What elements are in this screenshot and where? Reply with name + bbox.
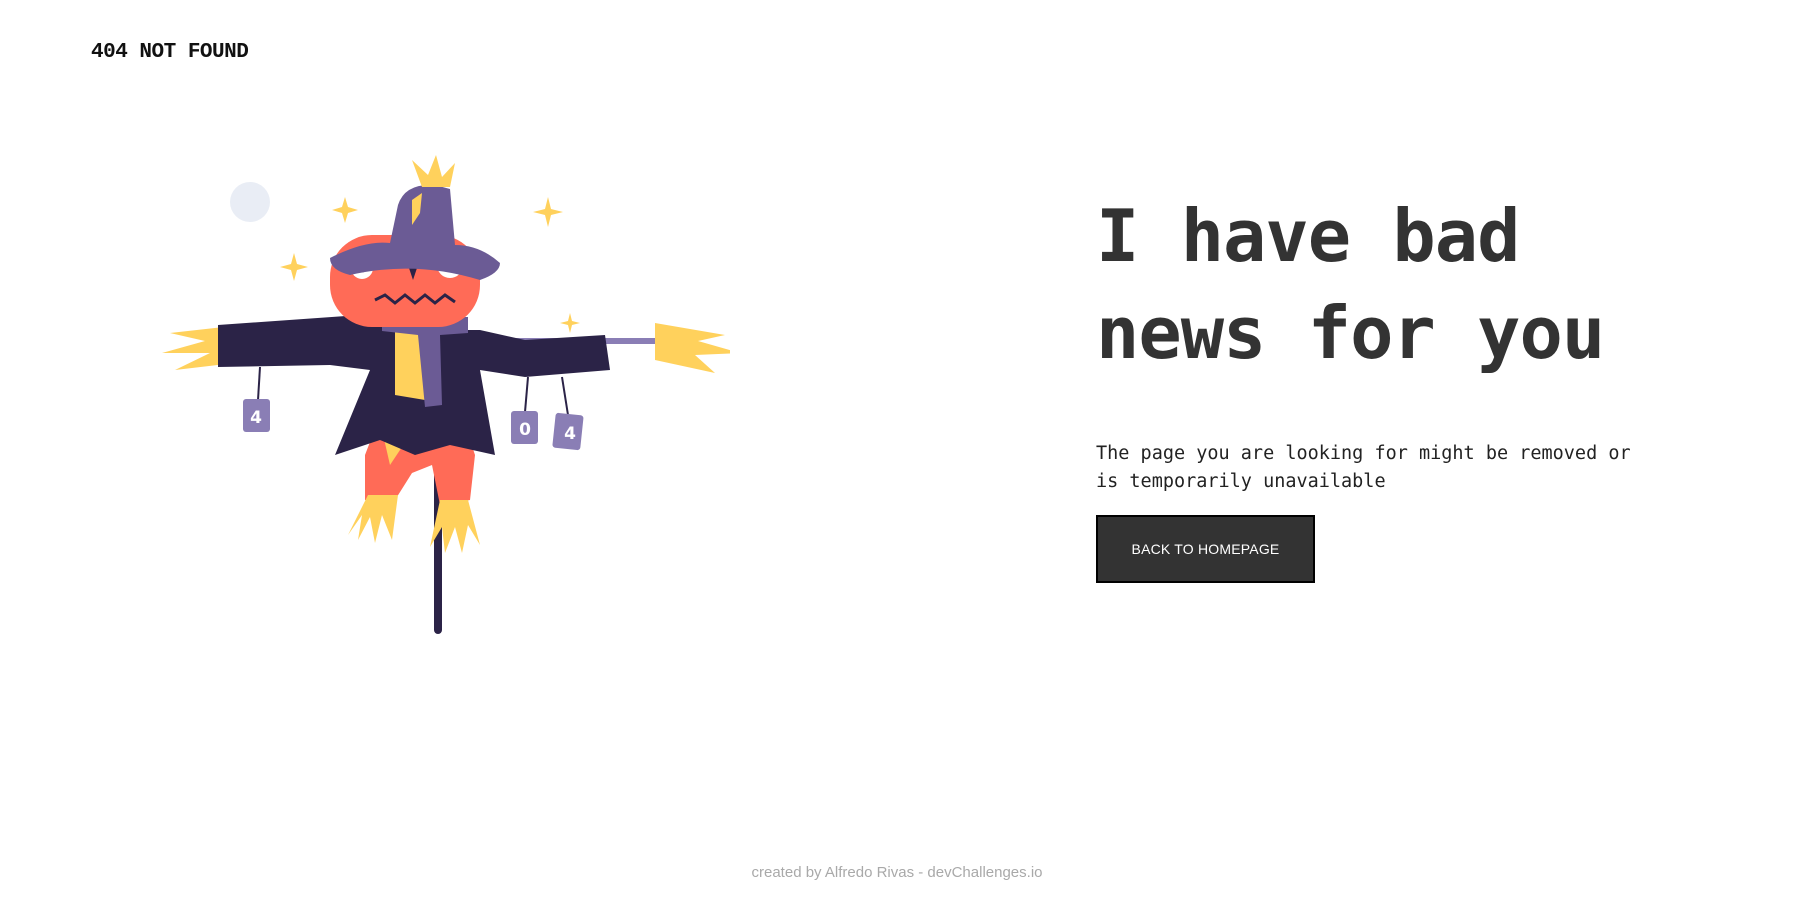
error-description: The page you are looking for might be re… [1096, 443, 1631, 492]
scarecrow-illustration: 4 0 4 [162, 155, 730, 634]
error-content: I have bad news for you The page you are… [1096, 188, 1656, 583]
straw-left-foot [348, 495, 398, 543]
headline-line-1: I have bad [1096, 194, 1520, 278]
site-logo-text: 404 NOT FOUND [91, 41, 249, 64]
tag-digit: 4 [250, 408, 262, 428]
straw-right-hand [655, 323, 730, 373]
tag-digit: 4 [564, 424, 576, 444]
headline-line-2: news for you [1096, 291, 1605, 375]
error-headline: I have bad news for you [1096, 188, 1656, 382]
tag-digit: 0 [519, 420, 531, 440]
footer-credit: created by Alfredo Rivas - devChallenges… [751, 864, 1043, 881]
back-to-homepage-button[interactable]: BACK TO HOMEPAGE [1096, 515, 1315, 583]
moon-icon [230, 182, 270, 222]
